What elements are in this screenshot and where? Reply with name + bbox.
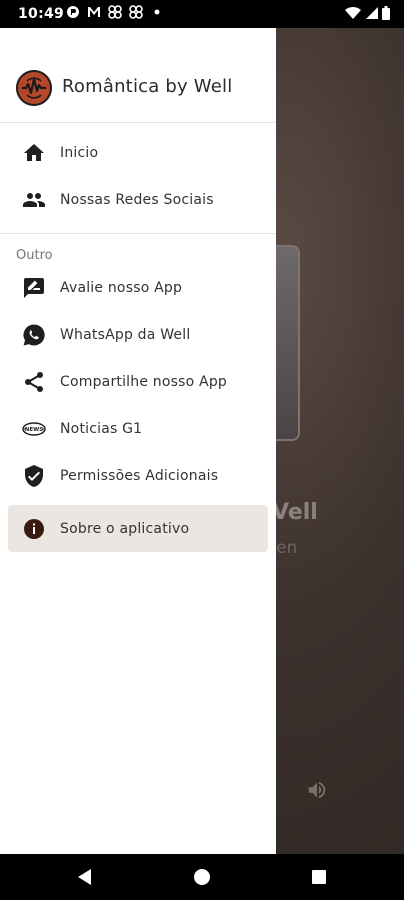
dot-icon — [154, 9, 160, 15]
app-logo — [16, 70, 52, 106]
menu-item-label: Nossas Redes Sociais — [60, 191, 214, 208]
section-label: Outro — [16, 248, 53, 263]
home-circle-icon[interactable] — [191, 866, 213, 888]
menu-item-label: Sobre o aplicativo — [60, 520, 190, 537]
system-status-icons — [345, 6, 390, 20]
news-icon: NEWS — [22, 421, 46, 436]
menu-item-permissoes[interactable]: Permissões Adicionais — [0, 452, 276, 499]
app-icon — [67, 6, 79, 18]
app-title: Romântica by Well — [62, 76, 233, 97]
home-icon — [24, 143, 44, 161]
menu-item-label: Compartilhe nosso App — [60, 373, 227, 390]
back-icon[interactable] — [74, 866, 96, 888]
wifi-icon — [345, 6, 361, 20]
menu-item-label: Avalie nosso App — [60, 279, 183, 296]
system-navigation-bar — [0, 854, 404, 900]
rate-review-icon — [24, 277, 44, 298]
menu-item-label: Permissões Adicionais — [60, 467, 219, 484]
menu-item-inicio[interactable]: Inicio — [0, 129, 276, 176]
menu-item-label: Inicio — [60, 144, 99, 161]
navigation-drawer: Romântica by Well Inicio Nossas Redes So… — [0, 28, 276, 854]
background-title: Vell — [272, 500, 318, 525]
menu-item-label: WhatsApp da Well — [60, 326, 191, 343]
menu-item-label: Noticias G1 — [60, 420, 143, 437]
share-icon — [25, 371, 43, 392]
menu-item-avalie[interactable]: Avalie nosso App — [0, 264, 276, 311]
recents-icon[interactable] — [308, 866, 330, 888]
menu-item-whatsapp[interactable]: WhatsApp da Well — [0, 311, 276, 358]
svg-text:NEWS: NEWS — [25, 427, 43, 433]
status-bar: 10:49 — [0, 0, 404, 28]
signal-icon — [366, 7, 378, 19]
pinwheel-icon — [108, 5, 122, 19]
status-time: 10:49 — [18, 6, 65, 22]
notification-icons — [66, 5, 164, 19]
people-icon — [23, 192, 45, 207]
battery-icon — [382, 6, 390, 20]
menu-item-compartilhe[interactable]: Compartilhe nosso App — [0, 358, 276, 405]
whatsapp-icon — [23, 323, 45, 345]
pinwheel-icon — [129, 5, 143, 19]
menu-item-redes-sociais[interactable]: Nossas Redes Sociais — [0, 176, 276, 223]
shield-check-icon — [25, 464, 43, 487]
mail-icon — [88, 7, 100, 17]
info-icon — [24, 518, 44, 539]
radio-wave-icon — [22, 77, 46, 99]
background-subtitle: en — [276, 538, 298, 558]
menu-item-noticias[interactable]: NEWS Noticias G1 — [0, 405, 276, 452]
volume-icon — [308, 781, 326, 799]
drawer-header: Romântica by Well — [0, 28, 276, 123]
menu-item-sobre[interactable]: Sobre o aplicativo — [8, 505, 268, 552]
